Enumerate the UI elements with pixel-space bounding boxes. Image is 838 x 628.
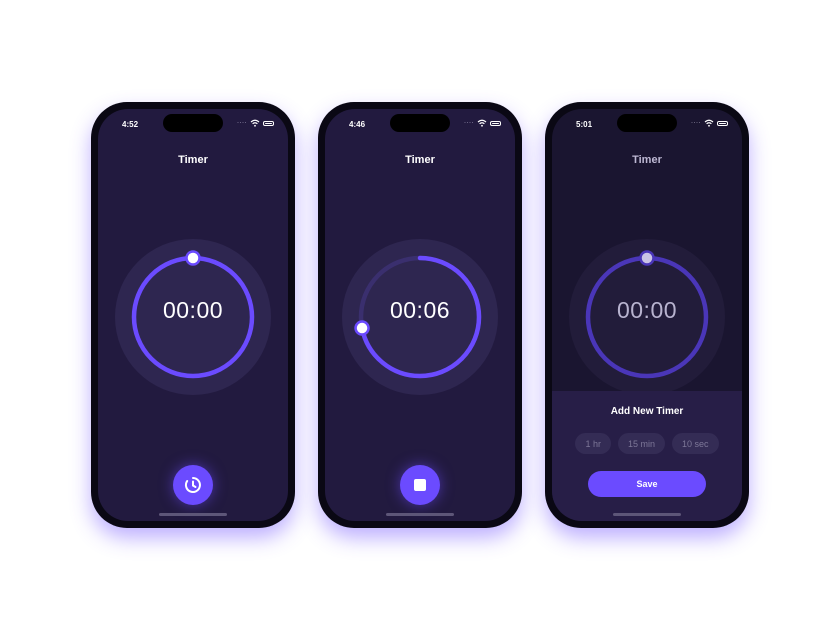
status-time: 4:46 [349, 120, 366, 129]
dial-handle[interactable] [185, 250, 201, 266]
save-button[interactable]: Save [588, 471, 706, 497]
timer-screen-running: 4:46 ···· Timer 00:06 [325, 109, 515, 521]
phone-frame-2: 4:46 ···· Timer 00:06 [318, 102, 522, 528]
dynamic-island [390, 114, 450, 132]
signal-icon: ···· [691, 120, 701, 126]
timer-screen-add: 5:01 ···· Timer 00:00 Add New Timer 1 hr… [552, 109, 742, 521]
stop-timer-button[interactable] [400, 465, 440, 505]
battery-icon [490, 120, 501, 126]
wifi-icon [250, 119, 260, 127]
timer-display: 00:00 [162, 297, 224, 323]
signal-icon: ···· [464, 120, 474, 126]
wifi-icon [704, 119, 714, 127]
add-timer-sheet: Add New Timer 1 hr 15 min 10 sec Save [552, 391, 742, 521]
phone-frame-1: 4:52 ···· Timer 00:00 [91, 102, 295, 528]
dynamic-island [617, 114, 677, 132]
page-title: Timer [178, 154, 208, 166]
home-indicator [613, 513, 681, 516]
preset-chip-1hr[interactable]: 1 hr [575, 433, 611, 454]
start-timer-button[interactable] [173, 465, 213, 505]
status-icons: ···· [464, 119, 501, 127]
dial-handle [639, 250, 655, 266]
phone-frame-3: 5:01 ···· Timer 00:00 Add New Timer 1 hr… [545, 102, 749, 528]
dynamic-island [163, 114, 223, 132]
signal-icon: ···· [237, 120, 247, 126]
page-title: Timer [632, 154, 662, 166]
sheet-title: Add New Timer [610, 406, 684, 417]
status-icons: ···· [691, 119, 728, 127]
status-icons: ···· [237, 119, 274, 127]
preset-chip-10sec[interactable]: 10 sec [672, 433, 719, 454]
timer-display: 00:00 [616, 297, 678, 323]
status-time: 4:52 [122, 120, 139, 129]
timer-start-icon [184, 477, 201, 493]
timer-screen-idle: 4:52 ···· Timer 00:00 [98, 109, 288, 521]
status-time: 5:01 [576, 120, 593, 129]
preset-chip-15min[interactable]: 15 min [617, 433, 665, 454]
stop-icon [414, 479, 426, 491]
wifi-icon [477, 119, 487, 127]
home-indicator [386, 513, 454, 516]
home-indicator [159, 513, 227, 516]
battery-icon [717, 120, 728, 126]
battery-icon [263, 120, 274, 126]
preset-list: 1 hr 15 min 10 sec [552, 433, 742, 454]
page-title: Timer [405, 154, 435, 166]
timer-display: 00:06 [389, 297, 451, 323]
